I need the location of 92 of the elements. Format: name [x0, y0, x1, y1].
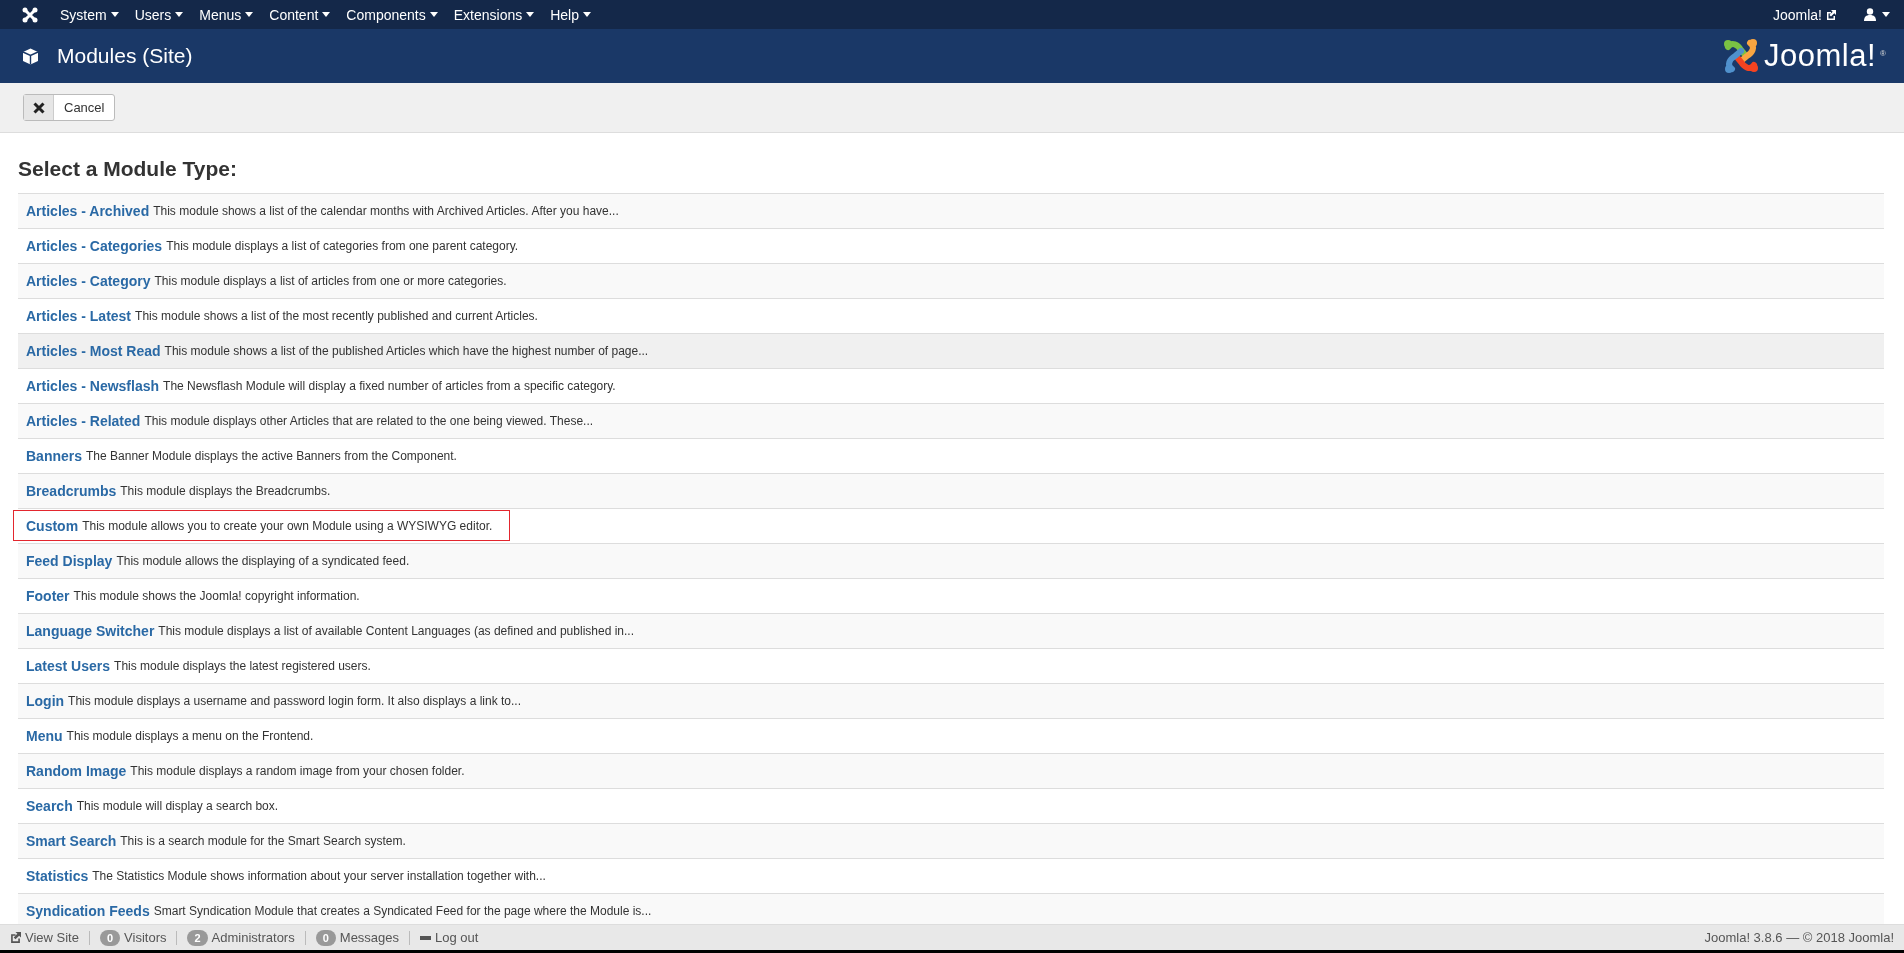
count-badge: 2 — [187, 929, 208, 946]
menu-item[interactable]: Users — [126, 6, 192, 23]
user-icon — [1864, 8, 1876, 21]
module-description: The Statistics Module shows information about your server installation together with... — [92, 869, 546, 883]
module-link[interactable]: Articles - Newsflash — [26, 378, 160, 394]
module-description: This is a search module for the Smart Search system. — [120, 834, 406, 848]
logo-text: Joomla! — [1764, 38, 1877, 74]
menu-item[interactable]: Content — [261, 6, 339, 23]
module-link[interactable]: Statistics — [26, 868, 89, 884]
module-link[interactable]: Articles - Related — [26, 413, 141, 429]
module-link[interactable]: Menu — [26, 728, 63, 744]
module-link[interactable]: Breadcrumbs — [26, 483, 117, 499]
module-link[interactable]: Language Switcher — [26, 623, 155, 639]
module-description: This module displays the latest registered users. — [114, 659, 371, 673]
module-description: This module displays a list of available Content Languages (as defined and published in... — [158, 624, 634, 638]
module-row[interactable]: Language Switcher This module displays a list of available Content Languages (as defined and published in... — [18, 613, 1884, 648]
module-description: This module shows a list of the most recently published and current Articles. — [135, 309, 538, 323]
module-description: This module displays a list of articles from one or more categories. — [154, 274, 507, 288]
caret-icon — [1882, 12, 1890, 17]
section-heading: Select a Module Type: — [18, 157, 238, 181]
menu-item[interactable]: Extensions — [445, 6, 543, 23]
module-row[interactable]: Articles - Category This module displays a list of articles from one or more categories. — [18, 263, 1884, 298]
close-icon — [32, 101, 45, 114]
external-link-icon — [10, 932, 21, 943]
module-link[interactable]: Syndication Feeds — [26, 903, 150, 919]
counter-label[interactable]: Visitors — [124, 930, 167, 945]
module-row[interactable]: Random Image This module displays a random image from your chosen folder. — [18, 753, 1884, 788]
module-row[interactable]: Articles - Archived This module shows a list of the calendar months with Archived Articles. After you have... — [18, 193, 1884, 228]
version-text: Joomla! 3.8.6 — © 2018 Joomla! — [1704, 930, 1894, 945]
module-link[interactable]: Articles - Most Read — [26, 343, 161, 359]
module-description: Smart Syndication Module that creates a Syndicated Feed for the page where the Module is... — [153, 904, 652, 918]
module-description: This module displays a random image from your chosen folder. — [130, 764, 465, 778]
module-link[interactable]: Smart Search — [26, 833, 117, 849]
module-link[interactable]: Banners — [26, 448, 83, 464]
caret-icon — [583, 12, 591, 17]
logout-link[interactable]: Log out — [420, 930, 479, 945]
caret-icon — [526, 12, 535, 17]
cancel-button[interactable]: Cancel — [23, 94, 116, 121]
menu-item[interactable]: Help — [542, 6, 599, 23]
module-row[interactable]: Login This module displays a username and password login form. It also displays a link to... — [18, 683, 1884, 718]
module-link[interactable]: Articles - Archived — [26, 203, 150, 219]
count-badge: 0 — [315, 929, 336, 946]
module-row[interactable]: Feed Display This module allows the displaying of a syndicated feed. — [18, 543, 1884, 578]
count-badge: 0 — [99, 929, 121, 946]
site-link[interactable]: Joomla! — [1772, 6, 1836, 23]
page-title: Modules (Site) — [57, 44, 193, 68]
caret-icon — [322, 12, 331, 17]
module-link[interactable]: Articles - Latest — [26, 308, 132, 324]
menu-item[interactable]: System — [52, 6, 127, 23]
module-link[interactable]: Random Image — [26, 763, 127, 779]
module-link[interactable]: Feed Display — [26, 553, 113, 569]
module-description: This module will display a search box. — [76, 799, 279, 813]
module-description: This module displays a username and password login form. It also displays a link to... — [68, 694, 521, 708]
cube-icon — [22, 47, 39, 65]
module-description: This module shows a list of the calendar months with Archived Articles. After you have... — [153, 204, 619, 218]
module-description: This module displays a list of categories from one parent category. — [166, 239, 519, 253]
counter-label[interactable]: Messages — [339, 930, 400, 945]
logo-icon — [1722, 37, 1761, 75]
module-description: The Banner Module displays the active Banners from the Component. — [86, 449, 457, 463]
module-description: This module shows a list of the published Articles which have the highest number of page... — [164, 344, 649, 358]
module-description: This module displays other Articles that are related to the one being viewed. These... — [144, 414, 594, 428]
view-site-link[interactable]: View Site — [10, 930, 79, 945]
caret-icon — [245, 12, 254, 17]
module-row[interactable]: Articles - Most Read This module shows a list of the published Articles which have the highest number of page... — [18, 333, 1884, 368]
minus-icon — [420, 935, 432, 940]
module-description: This module allows you to create your own Module using a WYSIWYG editor. — [82, 519, 493, 533]
caret-icon — [110, 12, 119, 17]
module-link[interactable]: Latest Users — [26, 658, 111, 674]
user-menu[interactable] — [1864, 8, 1890, 21]
module-row[interactable]: Breadcrumbs This module displays the Breadcrumbs. — [18, 473, 1884, 508]
module-link[interactable]: Articles - Categories — [26, 238, 163, 254]
module-link[interactable]: Custom — [26, 518, 79, 534]
registered-mark: ® — [1880, 49, 1886, 58]
caret-icon — [429, 12, 438, 17]
module-link[interactable]: Search — [26, 798, 73, 814]
module-description: This module allows the displaying of a syndicated feed. — [116, 554, 410, 568]
module-link[interactable]: Articles - Category — [26, 273, 151, 289]
menu-item[interactable]: Menus — [191, 6, 262, 23]
module-description: This module displays the Breadcrumbs. — [120, 484, 331, 498]
external-link-icon — [1826, 9, 1836, 20]
caret-icon — [175, 12, 184, 17]
module-row[interactable]: Articles - Related This module displays other Articles that are related to the one being viewed. These... — [18, 403, 1884, 438]
menu-item[interactable]: Components — [338, 6, 446, 23]
module-link[interactable]: Login — [26, 693, 65, 709]
counter-label[interactable]: Administrators — [211, 930, 295, 945]
module-description: The Newsflash Module will display a fixed number of articles from a specific category. — [163, 379, 616, 393]
module-description: This module shows the Joomla! copyright information. — [73, 589, 360, 603]
module-link[interactable]: Footer — [26, 588, 70, 604]
module-row[interactable]: Smart Search This is a search module for the Smart Search system. — [18, 823, 1884, 858]
module-description: This module displays a menu on the Frontend. — [66, 729, 314, 743]
module-row[interactable]: Syndication Feeds Smart Syndication Module that creates a Syndicated Feed for the page where the Module is... — [18, 893, 1884, 924]
joomla-icon[interactable] — [22, 6, 38, 23]
